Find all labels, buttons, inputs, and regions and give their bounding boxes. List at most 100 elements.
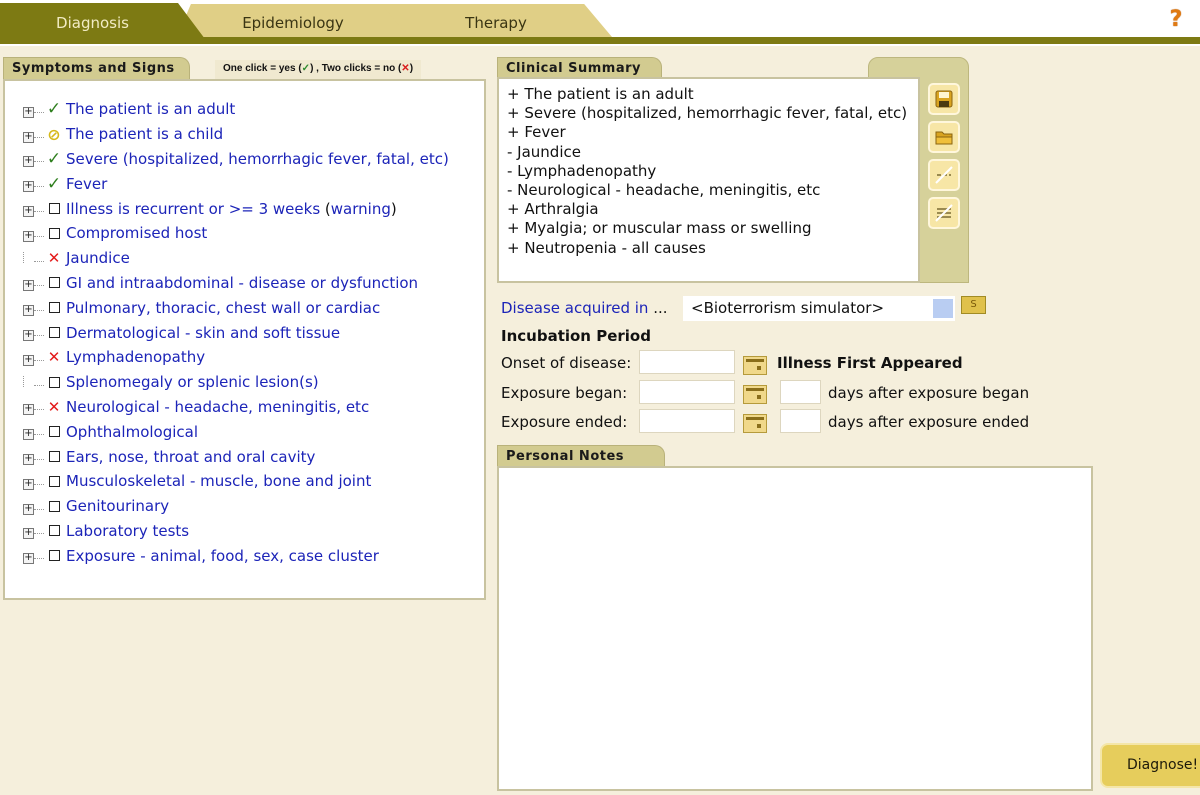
calendar-icon[interactable] — [743, 414, 767, 433]
collapse-button[interactable] — [928, 159, 960, 191]
symptom-label[interactable]: Pulmonary, thoracic, chest wall or cardi… — [64, 299, 380, 317]
symptom-item[interactable]: + GI and intraabdominal - disease or dysf… — [23, 271, 484, 296]
expand-plus-icon[interactable]: + — [23, 553, 34, 565]
checkbox[interactable] — [44, 302, 64, 314]
warning-link[interactable]: warning — [331, 200, 391, 218]
symptom-item[interactable]: + ✓ Fever — [23, 171, 484, 196]
checkbox[interactable] — [44, 203, 64, 215]
symptom-item[interactable]: + Exposure - animal, food, sex, case clus… — [23, 543, 484, 568]
symptom-label[interactable]: Laboratory tests — [64, 522, 189, 540]
symptom-item[interactable]: + ✕ Lymphadenopathy — [23, 345, 484, 370]
symptom-label[interactable]: Dermatological - skin and soft tissue — [64, 324, 340, 342]
onset-date-input[interactable] — [639, 350, 735, 374]
expand-plus-icon[interactable]: + — [23, 330, 34, 342]
checkbox[interactable] — [44, 376, 64, 388]
exposure-ended-date-input[interactable] — [639, 409, 735, 433]
checkbox-icon[interactable] — [48, 376, 60, 388]
expand-plus-icon[interactable]: + — [23, 280, 34, 292]
not-applicable-icon[interactable]: ⊘ — [44, 125, 64, 144]
checkbox[interactable] — [44, 451, 64, 463]
expand-plus-icon[interactable]: + — [23, 131, 34, 143]
s-button[interactable]: S — [961, 296, 986, 314]
expand-plus-icon[interactable]: + — [23, 305, 34, 317]
expand-plus-icon[interactable]: + — [23, 230, 34, 242]
checkbox[interactable] — [44, 550, 64, 562]
checkbox[interactable] — [44, 227, 64, 239]
calendar-icon[interactable] — [743, 385, 767, 404]
expand-plus-icon[interactable]: + — [23, 503, 34, 515]
symptom-label[interactable]: Splenomegaly or splenic lesion(s) — [64, 373, 319, 391]
checkbox-icon[interactable] — [48, 550, 60, 562]
expand-plus-icon[interactable]: + — [23, 528, 34, 540]
symptom-label[interactable]: Ophthalmological — [64, 423, 198, 441]
dropdown-arrow-icon[interactable] — [933, 299, 953, 318]
symptom-label[interactable]: Neurological - headache, meningitis, etc — [64, 398, 369, 416]
checkbox[interactable] — [44, 475, 64, 487]
symptom-item[interactable]: + Illness is recurrent or >= 3 weeks (war… — [23, 196, 484, 221]
expand-plus-icon[interactable]: + — [23, 354, 34, 366]
expand-plus-icon[interactable]: + — [23, 206, 34, 218]
symptom-item[interactable]: + Ears, nose, throat and oral cavity — [23, 444, 484, 469]
symptom-item[interactable]: + ✕ Neurological - headache, meningitis, e… — [23, 395, 484, 420]
checkbox-icon[interactable] — [48, 277, 60, 289]
cross-icon[interactable]: ✕ — [44, 348, 64, 366]
symptom-item[interactable]: + Musculoskeletal - muscle, bone and join… — [23, 469, 484, 494]
checkbox[interactable] — [44, 426, 64, 438]
checkbox-icon[interactable] — [48, 525, 60, 537]
exposure-ended-days-input[interactable] — [780, 409, 821, 433]
expand-plus-icon[interactable]: + — [23, 454, 34, 466]
symptom-item[interactable]: + Genitourinary — [23, 494, 484, 519]
expand-plus-icon[interactable]: + — [23, 478, 34, 490]
symptom-item[interactable]: + Dermatological - skin and soft tissue — [23, 320, 484, 345]
checkbox-icon[interactable] — [48, 327, 60, 339]
symptom-item[interactable]: + Compromised host — [23, 221, 484, 246]
tab-epidemiology[interactable]: Epidemiology — [177, 4, 409, 37]
checkbox[interactable] — [44, 500, 64, 512]
symptom-label[interactable]: Compromised host — [64, 224, 207, 242]
expand-plus-icon[interactable]: + — [23, 156, 34, 168]
tab-therapy[interactable]: Therapy — [380, 4, 612, 37]
symptom-label[interactable]: Ears, nose, throat and oral cavity — [64, 448, 315, 466]
checkbox-icon[interactable] — [48, 426, 60, 438]
symptom-item[interactable]: Splenomegaly or splenic lesion(s) — [23, 370, 484, 395]
symptom-item[interactable]: + Pulmonary, thoracic, chest wall or card… — [23, 295, 484, 320]
symptom-label[interactable]: The patient is an adult — [64, 100, 235, 118]
exposure-began-date-input[interactable] — [639, 380, 735, 404]
symptom-item[interactable]: + ⊘ The patient is a child — [23, 122, 484, 147]
symptom-label[interactable]: GI and intraabdominal - disease or dysfu… — [64, 274, 418, 292]
disease-acquired-select[interactable]: <Bioterrorism simulator> — [683, 296, 955, 321]
checkbox-icon[interactable] — [48, 451, 60, 463]
symptom-label[interactable]: The patient is a child — [64, 125, 223, 143]
save-button[interactable] — [928, 83, 960, 115]
disease-acquired-link[interactable]: Disease acquired in ... — [501, 299, 668, 317]
symptom-item[interactable]: ✕ Jaundice — [23, 246, 484, 271]
checkbox-icon[interactable] — [48, 227, 60, 239]
symptom-label[interactable]: Severe (hospitalized, hemorrhagic fever,… — [64, 150, 449, 168]
expand-plus-icon[interactable]: + — [23, 404, 34, 416]
checkbox-icon[interactable] — [48, 475, 60, 487]
symptom-label[interactable]: Jaundice — [64, 249, 130, 267]
expand-plus-icon[interactable]: + — [23, 429, 34, 441]
help-icon[interactable]: ? — [1166, 8, 1186, 32]
expand-plus-icon[interactable]: + — [23, 181, 34, 193]
exposure-began-days-input[interactable] — [780, 380, 821, 404]
check-icon[interactable]: ✓ — [44, 174, 64, 194]
open-button[interactable] — [928, 121, 960, 153]
symptom-label[interactable]: Lymphadenopathy — [64, 348, 205, 366]
calendar-icon[interactable] — [743, 356, 767, 375]
checkbox-icon[interactable] — [48, 302, 60, 314]
expand-button[interactable] — [928, 197, 960, 229]
cross-icon[interactable]: ✕ — [44, 398, 64, 416]
symptom-item[interactable]: + Laboratory tests — [23, 519, 484, 544]
checkbox-icon[interactable] — [48, 500, 60, 512]
symptom-item[interactable]: + ✓ The patient is an adult — [23, 97, 484, 122]
symptom-label[interactable]: Musculoskeletal - muscle, bone and joint — [64, 472, 371, 490]
tab-diagnosis[interactable]: Diagnosis — [0, 3, 205, 39]
symptom-label[interactable]: Genitourinary — [64, 497, 169, 515]
checkbox[interactable] — [44, 525, 64, 537]
symptom-label[interactable]: Fever — [64, 175, 107, 193]
expand-plus-icon[interactable]: + — [23, 106, 34, 118]
checkbox[interactable] — [44, 327, 64, 339]
symptom-label[interactable]: Exposure - animal, food, sex, case clust… — [64, 547, 379, 565]
symptom-item[interactable]: + Ophthalmological — [23, 419, 484, 444]
